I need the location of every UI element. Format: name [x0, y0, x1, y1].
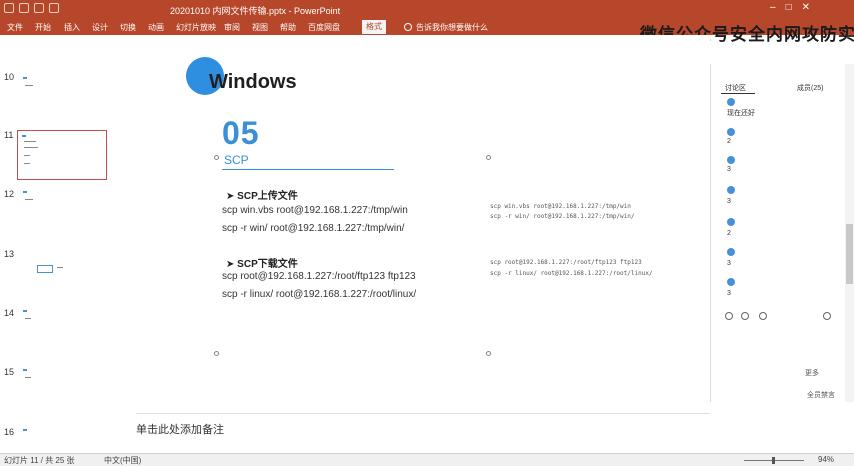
panel-scrollbar[interactable]: [845, 64, 854, 402]
slide-logo-text: Windows: [209, 71, 297, 93]
active-tab-indicator: [721, 93, 755, 94]
thumbnail-number: 15: [4, 367, 15, 377]
selection-handle[interactable]: [486, 155, 491, 160]
tab-transitions[interactable]: 切换: [120, 22, 136, 33]
notes-divider: [136, 413, 710, 414]
download-command-2: scp -r linux/ root@192.168.1.227:/root/l…: [222, 289, 417, 300]
document-title: 20201010 内网文件传输.pptx - PowerPoint: [170, 6, 341, 16]
download-heading-text: SCP下载文件: [237, 259, 298, 270]
tab-home[interactable]: 开始: [35, 22, 51, 33]
language-indicator: 中文(中国): [104, 456, 142, 465]
maximize-button[interactable]: □: [786, 2, 792, 13]
tab-format[interactable]: 格式: [362, 20, 386, 34]
slide-thumbnail-16[interactable]: [17, 425, 107, 449]
upload-command-1: scp win.vbs root@192.168.1.227:/tmp/win: [222, 205, 408, 216]
close-button[interactable]: ✕: [802, 2, 810, 13]
zoom-slider-knob[interactable]: [772, 457, 775, 464]
message-text: 现在还好: [727, 110, 755, 117]
message-text: 2: [727, 138, 731, 145]
zoom-level[interactable]: 94%: [818, 455, 834, 464]
upload-heading-text: SCP上传文件: [237, 191, 298, 202]
selection-handle[interactable]: [214, 155, 219, 160]
tab-animations[interactable]: 动画: [148, 22, 164, 33]
undo-icon[interactable]: [19, 3, 29, 13]
tab-baidu-netdisk[interactable]: 百度网盘: [308, 22, 340, 33]
section-title: SCP: [224, 153, 249, 167]
message-text: 3: [727, 198, 731, 205]
slide-thumbnail-11[interactable]: [17, 130, 107, 180]
slide-counter: 幻灯片 11 / 共 25 张: [4, 456, 75, 465]
message-text: 2: [727, 230, 731, 237]
tab-design[interactable]: 设计: [92, 22, 108, 33]
upload-command-2: scp -r win/ root@192.168.1.227:/tmp/win/: [222, 223, 405, 234]
tab-members[interactable]: 成员(25): [797, 83, 823, 93]
avatar: [727, 156, 735, 164]
message-text: 3: [727, 166, 731, 173]
avatar: [727, 218, 735, 226]
discussion-panel: 讨论区 成员(25) 现在还好 2 3 3 2 3 3 更多 全员禁言: [710, 64, 844, 402]
title-underline: [222, 169, 394, 170]
download-heading: ➤ SCP下载文件: [226, 259, 298, 270]
avatar: [727, 278, 735, 286]
thumbnail-number: 13: [4, 249, 15, 259]
mute-all-toggle[interactable]: 全员禁言: [807, 390, 835, 400]
tab-review[interactable]: 审阅: [224, 22, 240, 33]
slide-thumbnail-panel[interactable]: 10 11 12 13 14 15 16: [0, 35, 136, 453]
window-controls: – □ ✕: [770, 2, 810, 13]
avatar: [727, 186, 735, 194]
tab-view[interactable]: 视图: [252, 22, 268, 33]
title-bar: 20201010 内网文件传输.pptx - PowerPoint – □ ✕: [0, 0, 854, 19]
tab-insert[interactable]: 插入: [64, 22, 80, 33]
upload-heading: ➤ SCP上传文件: [226, 191, 298, 202]
start-slideshow-icon[interactable]: [49, 3, 59, 13]
lightbulb-icon: [404, 23, 412, 31]
thumbnail-number: 16: [4, 427, 15, 437]
avatar: [727, 98, 735, 106]
avatar: [727, 248, 735, 256]
scrollbar-thumb[interactable]: [846, 224, 853, 284]
thumbnail-number: 11: [4, 130, 14, 140]
slide-thumbnail-13[interactable]: [17, 247, 107, 297]
tab-help[interactable]: 帮助: [280, 22, 296, 33]
section-number: 05: [222, 115, 260, 151]
mono-download-2: scp -r linux/ root@192.168.1.227:/root/l…: [490, 270, 653, 277]
quick-access-toolbar: [4, 3, 59, 13]
thumbnail-number: 10: [4, 72, 15, 82]
download-command-1: scp root@192.168.1.227:/root/ftp123 ftp1…: [222, 271, 416, 282]
tab-discussion[interactable]: 讨论区: [725, 83, 746, 93]
emoji-icon[interactable]: [725, 312, 733, 320]
slide-canvas[interactable]: Windows 05 SCP ➤ SCP上传文件 scp win.vbs roo…: [136, 35, 710, 413]
image-icon[interactable]: [759, 312, 767, 320]
thumbnail-number: 12: [4, 189, 15, 199]
slide-thumbnail-15[interactable]: [17, 365, 107, 415]
tell-me-search[interactable]: 告诉我你想要做什么: [416, 22, 488, 33]
status-bar: 幻灯片 11 / 共 25 张 中文(中国) 94%: [0, 453, 854, 466]
more-button[interactable]: 更多: [805, 368, 819, 378]
mono-upload-2: scp -r win/ root@192.168.1.227:/tmp/win/: [490, 213, 635, 220]
avatar: [727, 128, 735, 136]
clear-icon[interactable]: [741, 312, 749, 320]
thumbnail-number: 14: [4, 308, 15, 318]
mono-download-1: scp root@192.168.1.227:/root/ftp123 ftp1…: [490, 259, 642, 266]
settings-icon[interactable]: [823, 312, 831, 320]
message-text: 3: [727, 290, 731, 297]
minimize-button[interactable]: –: [770, 2, 776, 13]
mono-upload-1: scp win.vbs root@192.168.1.227:/tmp/win: [490, 203, 631, 210]
slide-thumbnail-14[interactable]: [17, 306, 107, 356]
slide-thumbnail-10[interactable]: [17, 69, 107, 119]
notes-placeholder[interactable]: 单击此处添加备注: [136, 421, 224, 437]
tab-slideshow[interactable]: 幻灯片放映: [176, 22, 216, 33]
selection-handle[interactable]: [486, 351, 491, 356]
redo-icon[interactable]: [34, 3, 44, 13]
selection-handle[interactable]: [214, 351, 219, 356]
message-text: 3: [727, 260, 731, 267]
slide-thumbnail-12[interactable]: [17, 187, 107, 237]
tab-file[interactable]: 文件: [7, 22, 23, 33]
save-icon[interactable]: [4, 3, 14, 13]
